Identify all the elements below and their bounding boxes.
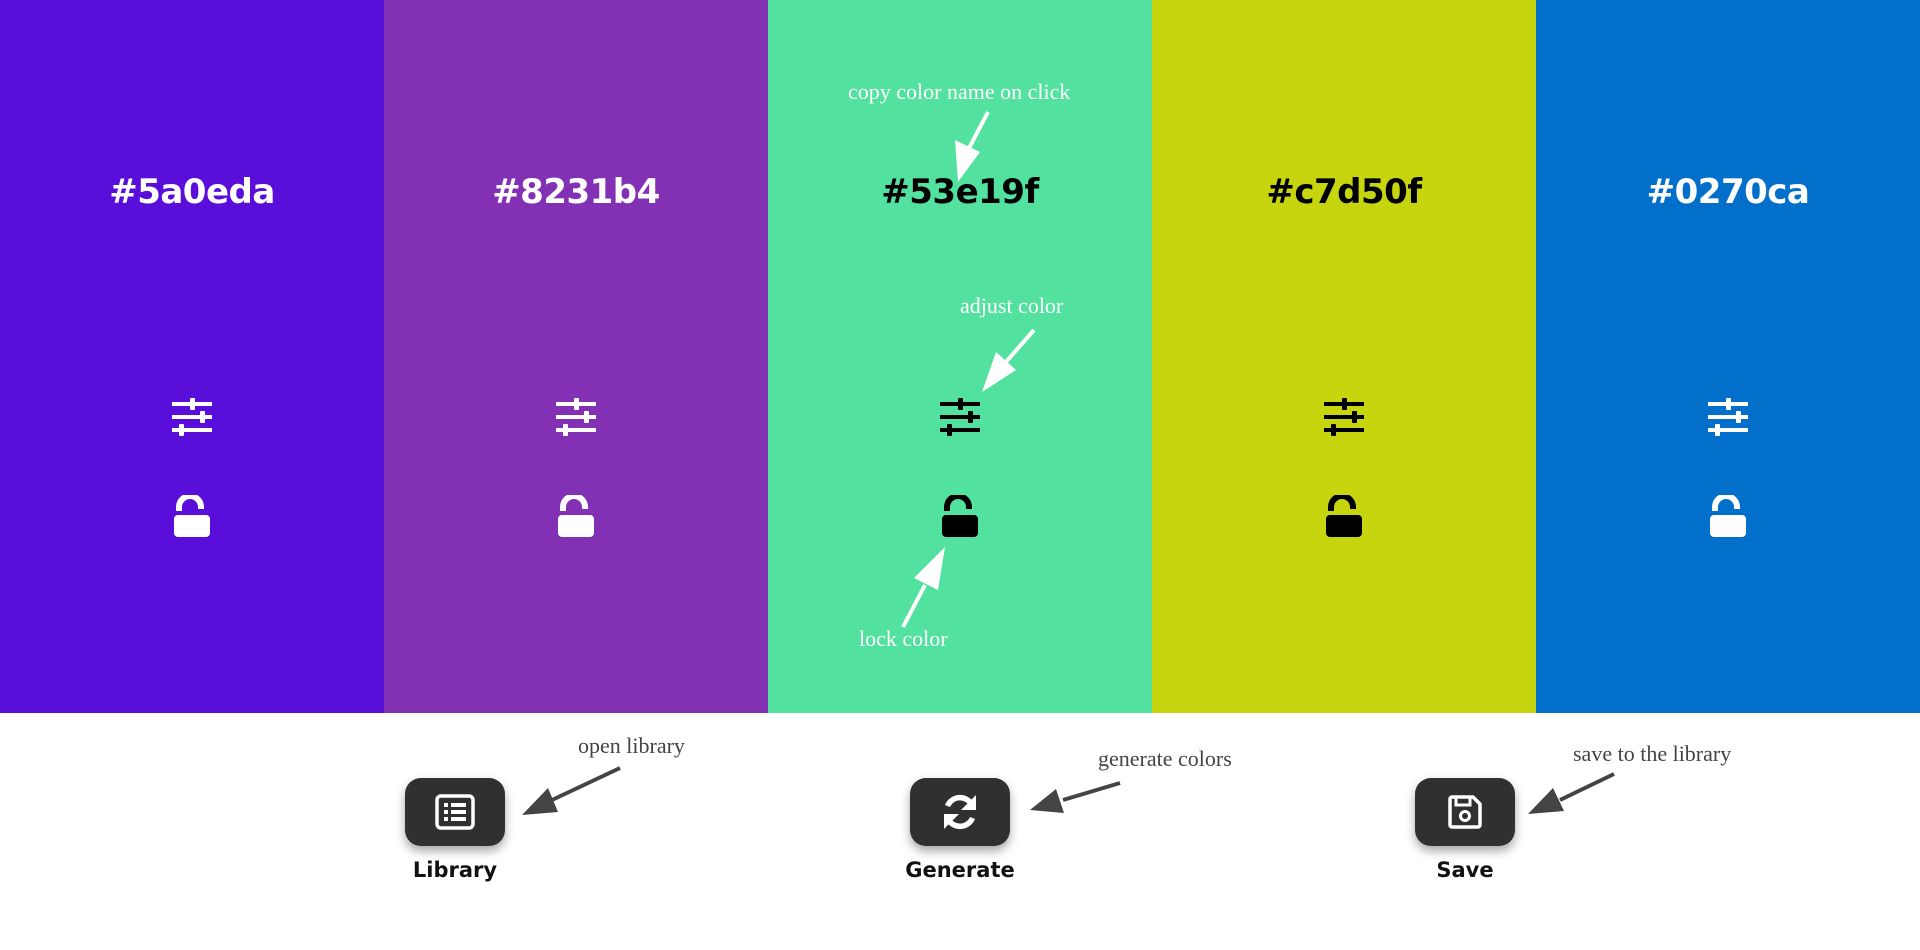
sliders-icon (1324, 398, 1364, 436)
annotation-adjust-color: adjust color (960, 293, 1064, 318)
list-icon (435, 794, 475, 830)
adjust-button[interactable] (935, 392, 985, 442)
generate-label: Generate (905, 858, 1015, 882)
annotation-lock-color: lock color (859, 626, 948, 651)
color-swatch-3: #53e19f (768, 0, 1152, 713)
color-hex-label[interactable]: #5a0eda (0, 172, 384, 212)
arrow-generate-colors (1030, 781, 1121, 813)
unlocked-padlock-icon (942, 495, 978, 537)
generate-button[interactable] (910, 778, 1010, 846)
adjust-button[interactable] (1703, 392, 1753, 442)
sliders-icon (940, 398, 980, 436)
color-swatch-1: #5a0eda (0, 0, 384, 713)
color-hex-label[interactable]: #8231b4 (384, 172, 768, 212)
lock-button[interactable] (935, 492, 985, 542)
color-hex-label[interactable]: #0270ca (1536, 172, 1920, 212)
save-label: Save (1436, 858, 1494, 882)
color-swatch-2: #8231b4 (384, 0, 768, 713)
lock-button[interactable] (1319, 492, 1369, 542)
library-control: Library (385, 778, 525, 882)
sliders-icon (556, 398, 596, 436)
sliders-icon (1708, 398, 1748, 436)
annotation-copy-color: copy color name on click (848, 79, 1071, 104)
annotation-save-library: save to the library (1573, 741, 1732, 766)
unlocked-padlock-icon (1326, 495, 1362, 537)
annotation-generate-colors: generate colors (1098, 746, 1232, 771)
annotation-open-library: open library (578, 733, 685, 758)
save-control: Save (1395, 778, 1535, 882)
unlocked-padlock-icon (174, 495, 210, 537)
unlocked-padlock-icon (558, 495, 594, 537)
color-swatch-4: #c7d50f (1152, 0, 1536, 713)
refresh-icon (944, 794, 976, 830)
lock-button[interactable] (1703, 492, 1753, 542)
save-button[interactable] (1415, 778, 1515, 846)
adjust-button[interactable] (551, 392, 601, 442)
color-palette: #5a0eda #8231b4 #53e19f #c7d50f #0270ca (0, 0, 1920, 713)
lock-button[interactable] (551, 492, 601, 542)
arrow-open-library (522, 766, 621, 815)
sliders-icon (172, 398, 212, 436)
floppy-disk-icon (1448, 795, 1482, 829)
generate-control: Generate (890, 778, 1030, 882)
color-swatch-5: #0270ca (1536, 0, 1920, 713)
adjust-button[interactable] (1319, 392, 1369, 442)
library-label: Library (412, 858, 498, 882)
adjust-button[interactable] (167, 392, 217, 442)
arrow-save-library (1528, 772, 1615, 814)
library-button[interactable] (405, 778, 505, 846)
lock-button[interactable] (167, 492, 217, 542)
unlocked-padlock-icon (1710, 495, 1746, 537)
color-hex-label[interactable]: #c7d50f (1152, 172, 1536, 212)
color-hex-label[interactable]: #53e19f (768, 172, 1152, 212)
